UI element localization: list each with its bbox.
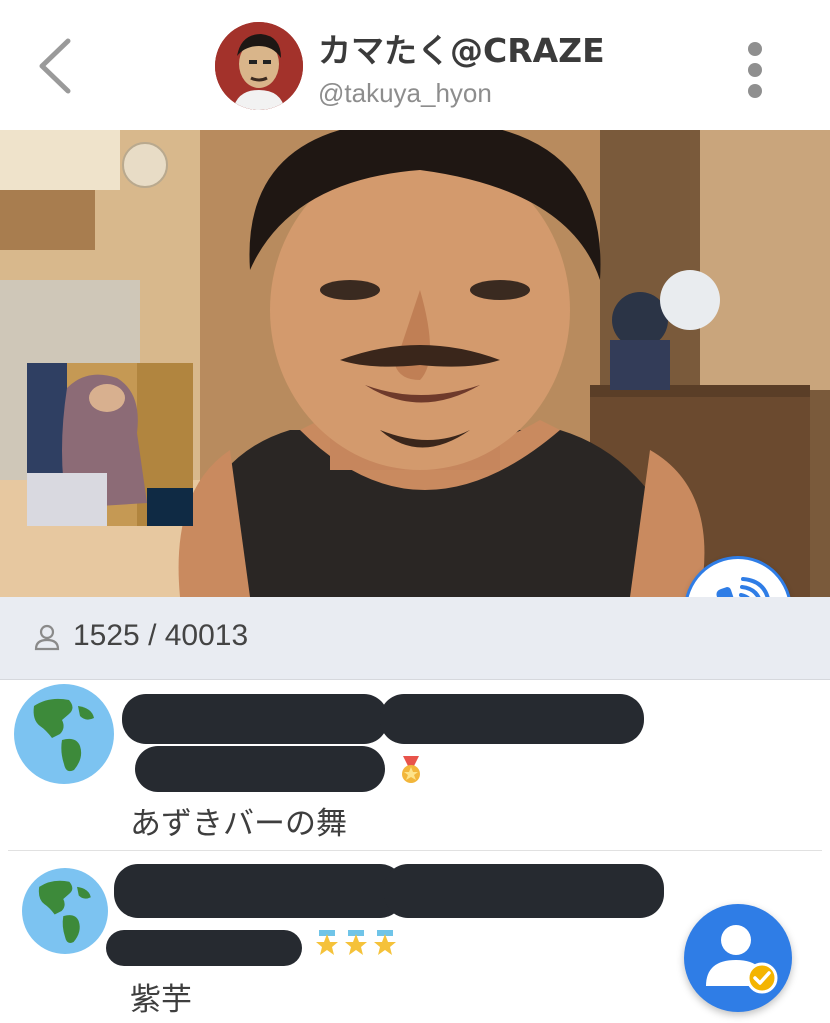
redacted-username xyxy=(380,694,644,744)
globe-icon xyxy=(22,868,108,954)
three-stars-icon xyxy=(316,930,396,955)
more-options-button[interactable] xyxy=(740,40,770,100)
globe-icon xyxy=(14,684,114,784)
back-button[interactable] xyxy=(30,35,80,97)
viewer-count: 1525 / 40013 xyxy=(73,619,249,652)
host-avatar[interactable] xyxy=(215,22,303,110)
host-handle: @takuya_hyon xyxy=(318,78,492,108)
user-check-icon xyxy=(706,925,778,994)
live-video-stream[interactable] xyxy=(0,130,830,597)
host-name: カマたく@CRAZE xyxy=(318,31,605,70)
more-vertical-icon-dot xyxy=(748,84,762,98)
redacted-username xyxy=(122,694,388,744)
picture-in-picture-video[interactable] xyxy=(27,363,193,526)
medal-icon xyxy=(402,756,420,783)
more-vertical-icon-dot xyxy=(748,42,762,56)
redacted-username xyxy=(384,864,664,918)
person-outline-icon xyxy=(34,624,60,651)
guest-video-frame xyxy=(27,363,193,526)
comment-text: 紫芋 xyxy=(130,982,192,1018)
more-vertical-icon-dot xyxy=(748,63,762,77)
comment-divider xyxy=(8,850,822,851)
redacted-username xyxy=(135,746,385,792)
chevron-left-icon xyxy=(39,38,71,94)
header-bar: カマたく@CRAZE @takuya_hyon xyxy=(0,0,830,130)
follow-user-button[interactable] xyxy=(684,904,792,1012)
host-caricature-image xyxy=(215,22,303,110)
viewer-count-bar: 1525 / 40013 xyxy=(0,597,830,680)
redacted-username xyxy=(114,864,404,918)
redacted-username xyxy=(106,930,302,966)
comment-text: あずきバーの舞 xyxy=(130,806,347,842)
comment-item: あずきバーの舞 xyxy=(0,680,830,850)
